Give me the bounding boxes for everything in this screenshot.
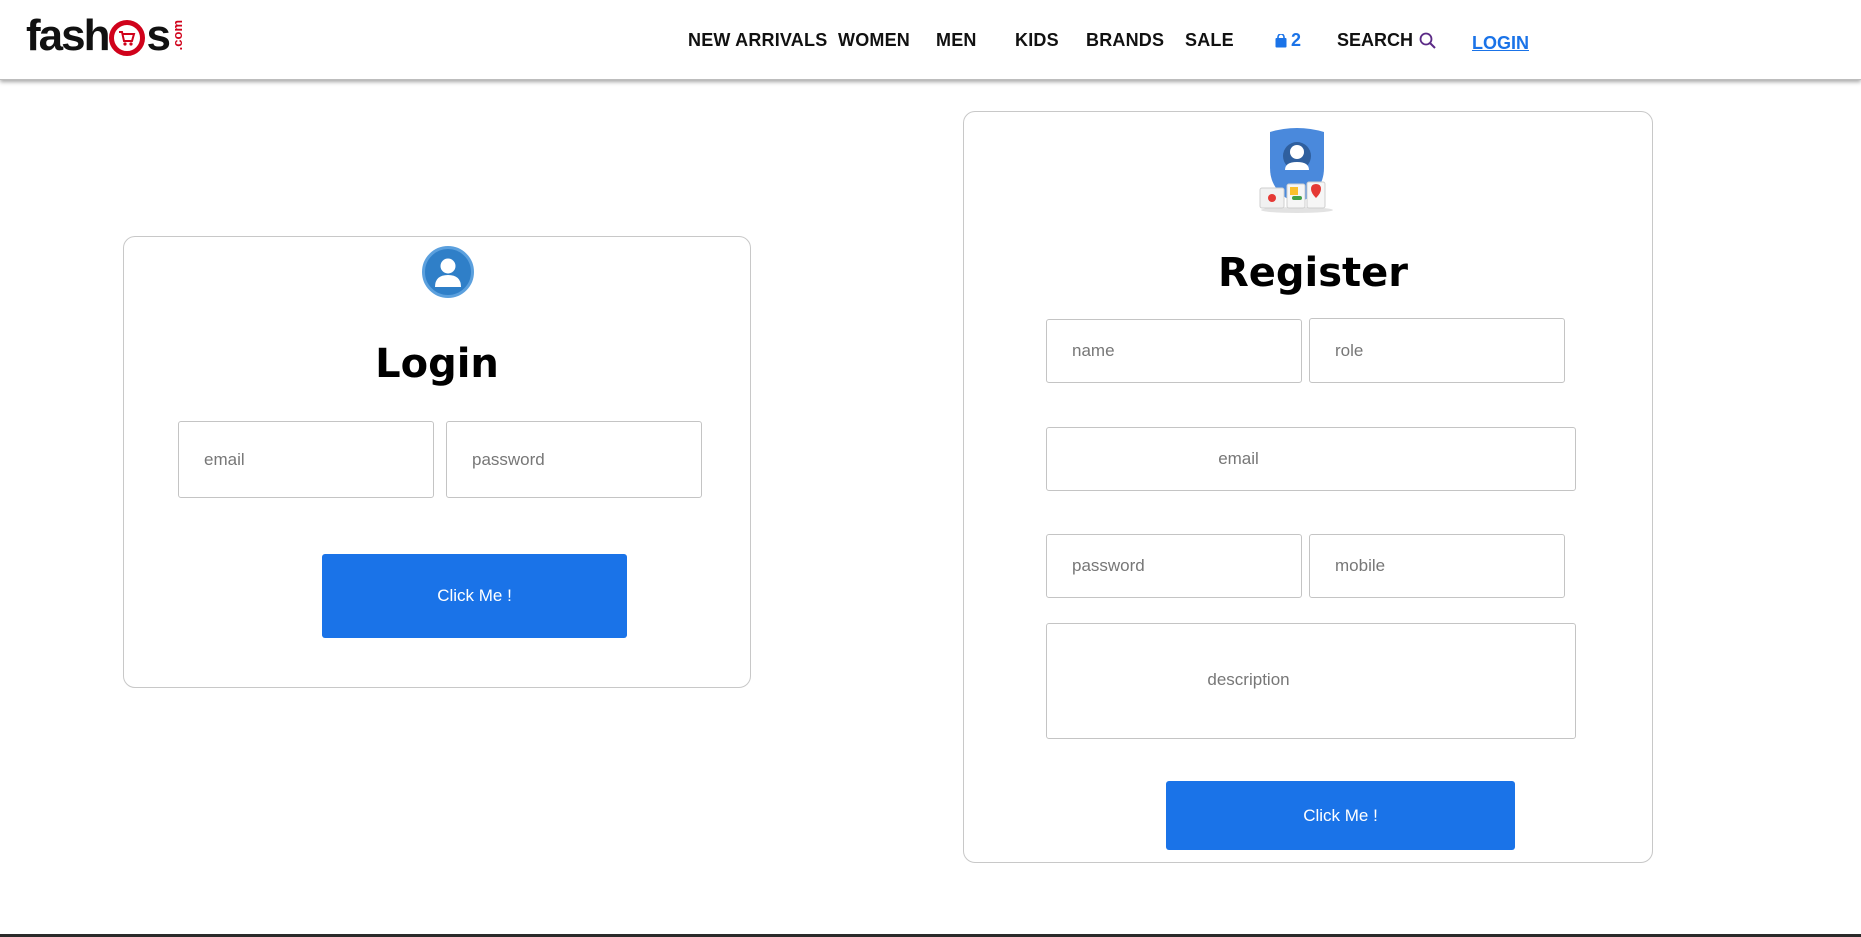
register-role-input[interactable] [1309,318,1565,383]
login-title: Login [375,341,499,387]
account-shield-icon [1259,128,1333,213]
cart-count: 2 [1291,30,1302,50]
site-header: fash s .com NEW ARRIVALS WOMEN MEN KIDS … [0,0,1861,80]
login-submit-button[interactable]: Click Me ! [322,554,627,638]
cart-logo-icon [109,20,146,56]
register-password-input[interactable] [1046,534,1302,598]
nav-item-kids[interactable]: KIDS [1015,30,1059,51]
login-link[interactable]: LOGIN [1472,33,1529,54]
login-card: Login Click Me ! [123,236,751,688]
search-label: SEARCH [1337,30,1414,50]
brand-logo-suffix: .com [169,20,185,51]
login-email-input[interactable] [178,421,434,498]
register-card: Register Click Me ! [963,111,1653,863]
brand-logo[interactable]: fash s .com [26,11,185,60]
nav-item-women[interactable]: WOMEN [838,30,910,51]
nav-item-new-arrivals[interactable]: NEW ARRIVALS [688,30,827,51]
cart-button[interactable]: 2 [1275,30,1301,51]
register-email-input[interactable] [1046,427,1576,491]
register-title: Register [1217,250,1409,296]
brand-logo-text-start: fash [26,11,110,60]
search-button[interactable]: SEARCH [1337,30,1436,51]
register-mobile-input[interactable] [1309,534,1565,598]
shopping-bag-icon [1275,33,1287,47]
nav-item-men[interactable]: MEN [936,30,977,51]
nav-item-brands[interactable]: BRANDS [1086,30,1164,51]
login-password-input[interactable] [446,421,702,498]
register-name-input[interactable] [1046,319,1302,383]
search-icon [1419,32,1436,49]
nav-item-sale[interactable]: SALE [1185,30,1234,51]
brand-logo-text-end: s [146,11,171,60]
register-description-input[interactable] [1046,623,1576,739]
register-submit-button[interactable]: Click Me ! [1166,781,1515,850]
user-avatar-icon [422,246,474,298]
